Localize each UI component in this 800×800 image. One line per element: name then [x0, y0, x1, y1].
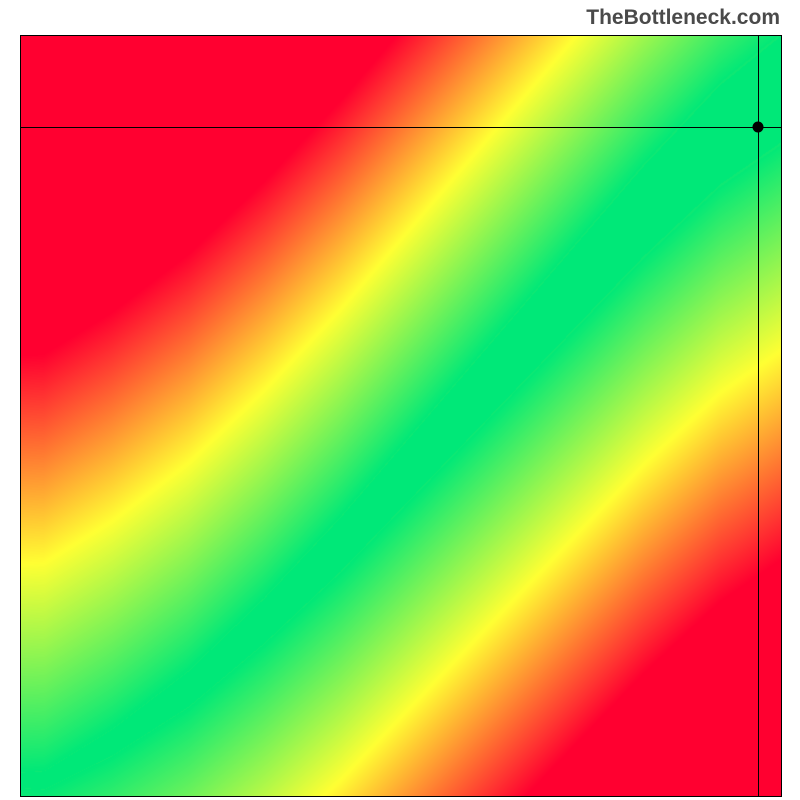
heatmap-canvas	[21, 36, 781, 796]
selection-marker	[753, 122, 764, 133]
bottleneck-heatmap	[20, 35, 782, 797]
watermark-text: TheBottleneck.com	[586, 6, 780, 30]
crosshair-vertical	[758, 36, 759, 796]
crosshair-horizontal	[21, 127, 781, 128]
